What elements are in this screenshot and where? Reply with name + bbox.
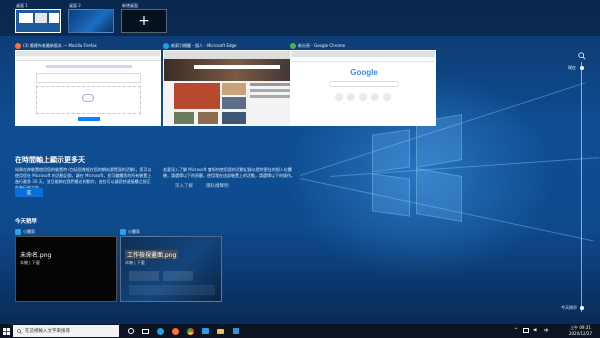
network-icon[interactable] [523,328,529,333]
desktop-2-thumbnail[interactable] [68,9,114,33]
activity-card[interactable]: 小畫家 工作檢視畫面.png 本機 | 下載 [120,228,222,302]
cortana-button[interactable] [124,324,137,338]
clock-date: 2020/12/27 [568,330,592,336]
input-language[interactable]: 中 [544,328,549,334]
task-view-button[interactable] [139,324,152,338]
window-preview[interactable] [15,50,161,126]
activity-preview[interactable]: 工作檢視畫面.png 本機 | 下載 [120,236,222,302]
taskbar: 在這裡輸入文字來搜尋 ^ ◀ 中 上午 09:31 2020/12/27 [0,324,600,338]
timeline-label-now: 現在 [568,65,576,70]
new-desktop[interactable]: 新增桌面 + [121,3,167,33]
window-firefox[interactable]: (3) 鷹裡布老最新版本 — Mozilla Firefox [15,41,161,126]
chrome-icon [290,42,296,49]
timeline-knob-now[interactable] [579,66,584,70]
timeline-label-earlier: 今天稍早 [561,305,577,310]
wallpaper-pane [372,129,410,173]
cortana-icon [127,328,134,334]
activity-app-bar: 小畫家 [15,228,117,236]
taskview-icon [142,328,149,334]
firefox-icon [15,42,21,49]
taskbar-paint[interactable] [199,324,212,338]
desktop-1[interactable]: 桌面 1 [15,3,61,33]
start-button[interactable] [0,324,13,338]
activity-filename: 未命名.png [20,252,52,259]
system-tray-chevron-icon[interactable]: ^ [514,328,518,333]
search-placeholder: 在這裡輸入文字來搜尋 [25,329,70,334]
activity-app-name: 小畫家 [128,229,140,234]
timeline-knob-earlier[interactable] [579,306,584,310]
window-preview[interactable] [163,50,309,126]
window-title: 新索引標籤 - 個人 - Microsoft Edge [171,42,237,48]
explorer-icon [217,328,224,334]
activity-location: 本機 | 下載 [20,260,40,265]
privacy-statement-link[interactable]: 隱私權聲明 [206,183,229,189]
taskbar-store[interactable] [229,324,242,338]
activity-card[interactable]: 小畫家 未命名.png 本機 | 下載 [15,228,117,302]
chrome-icon [187,327,194,335]
activity-app-bar: 小畫家 [120,228,222,236]
plus-icon: + [138,13,150,29]
window-edge[interactable]: 新索引標籤 - 個人 - Microsoft Edge [163,41,309,126]
paint-icon [15,229,21,235]
edge-icon [163,42,169,49]
search-icon [17,328,22,334]
new-desktop-button[interactable]: + [121,9,167,33]
timeline-yes-button[interactable]: 是 [15,188,43,197]
store-icon [232,328,239,334]
windows-logo-icon [3,327,10,335]
wallpaper-beam [329,157,600,177]
volume-icon[interactable]: ◀ [533,328,536,333]
wallpaper-pane [416,167,462,223]
timeline-search-icon[interactable] [578,52,586,60]
window-title: 新分頁 - Google Chrome [298,42,346,48]
today-earlier-heading: 今天稍早 [15,219,38,225]
desktop-1-thumbnail[interactable] [15,9,61,33]
window-preview[interactable]: Google [290,50,436,126]
window-title-bar: 新分頁 - Google Chrome [290,41,436,50]
activity-preview[interactable]: 未命名.png 本機 | 下載 [15,236,117,302]
window-chrome[interactable]: 新分頁 - Google Chrome Google [290,41,436,126]
activity-filename: 工作檢視畫面.png [125,250,179,259]
google-search-box[interactable] [329,81,399,87]
taskbar-chrome[interactable] [184,324,197,338]
window-title-bar: 新索引標籤 - 個人 - Microsoft Edge [163,41,309,50]
timeline-scroll-track[interactable] [581,62,582,312]
taskbar-edge[interactable] [154,324,167,338]
taskbar-firefox[interactable] [169,324,182,338]
taskbar-search-box[interactable]: 在這裡輸入文字來搜尋 [13,325,119,337]
timeline-description-secondary: 若要深入了解 Microsoft 會如何使用我的活動記錄以提供更佳的個人化體驗，… [163,167,295,178]
taskbar-clock[interactable]: 上午 09:31 2020/12/27 [569,325,592,336]
taskbar-explorer[interactable] [214,324,227,338]
edge-icon [157,327,164,335]
paint-icon [120,229,126,235]
paint-icon [202,328,209,334]
window-title-bar: (3) 鷹裡布老最新版本 — Mozilla Firefox [15,41,161,50]
window-title: (3) 鷹裡布老最新版本 — Mozilla Firefox [23,42,97,48]
firefox-icon [172,327,179,335]
clock-time: 上午 09:31 [570,325,591,330]
google-logo: Google [350,68,378,77]
learn-more-link[interactable]: 深入了解 [175,183,193,189]
timeline-heading: 在時間軸上顯示更多天 [15,156,85,164]
desktop-2[interactable]: 桌面 2 [68,3,114,33]
activity-location: 本機 | 下載 [125,260,145,265]
virtual-desktops-bar: 桌面 1 桌面 2 新增桌面 + [0,0,600,36]
activity-app-name: 小畫家 [23,229,35,234]
